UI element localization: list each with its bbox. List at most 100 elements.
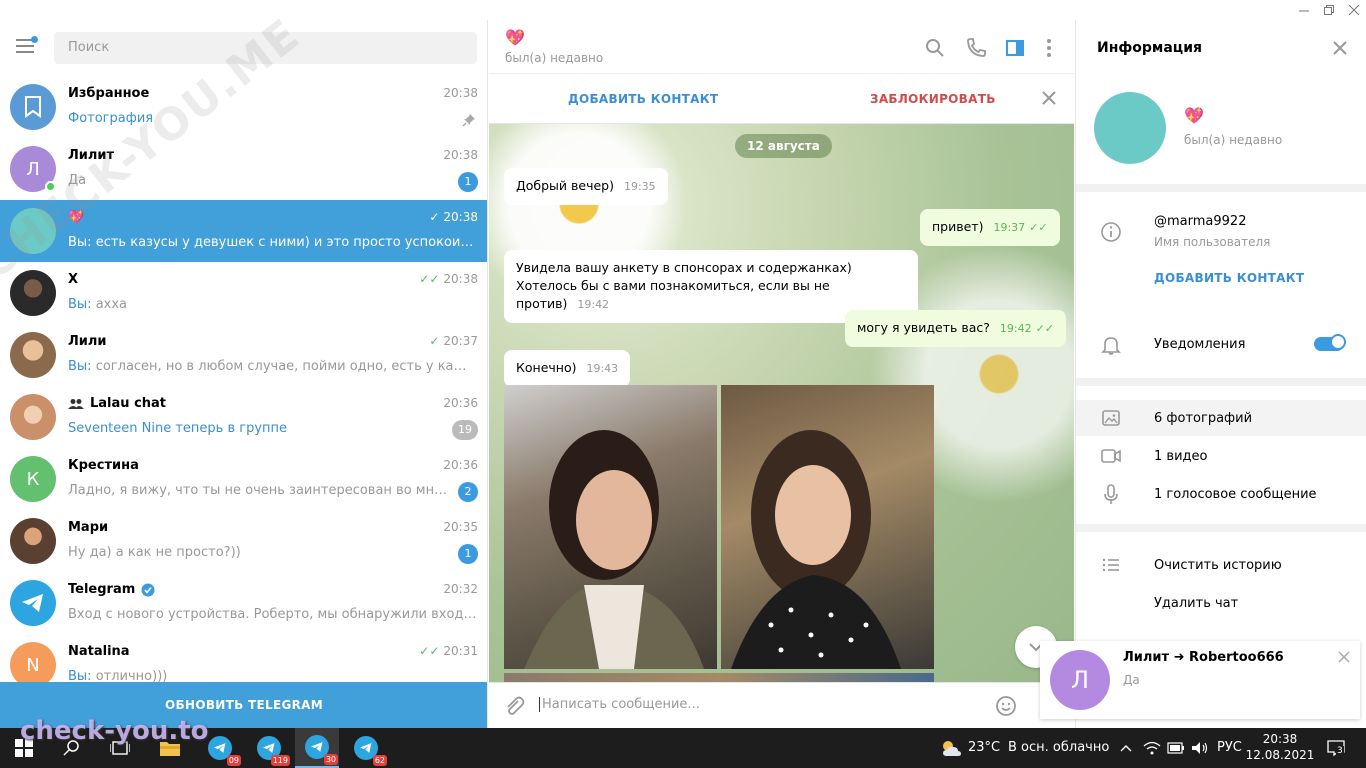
clock[interactable]: 20:38 12.08.2021	[1245, 731, 1315, 763]
sent-check-icon: ✓	[429, 334, 440, 348]
toast-title: Лилит ➜ Robertoo666	[1123, 650, 1284, 665]
contact-action-bar: ДОБАВИТЬ КОНТАКТ ЗАБЛОКИРОВАТЬ	[489, 74, 1074, 124]
weather-widget[interactable]	[938, 728, 964, 768]
message-text: Конечно)	[516, 360, 577, 375]
chat-item-mari[interactable]: Мари 20:35 Ну да) а как не просто?)) 1	[0, 510, 487, 572]
message-input[interactable]: Написать сообщение...	[539, 697, 700, 712]
notifications-count: 3	[1336, 746, 1344, 756]
unread-badge: 19	[452, 420, 478, 440]
chat-item-lili[interactable]: Лили ✓ 20:37 Вы: согласен, но в любом слу…	[0, 324, 487, 386]
message-incoming[interactable]: Добрый вечер) 19:35	[504, 168, 668, 205]
telegram-taskbar-app-active[interactable]: 30	[295, 728, 339, 768]
action-center-button[interactable]: 3	[1326, 738, 1346, 758]
chat-item-telegram[interactable]: Telegram 20:32 Вход с нового устройства.…	[0, 572, 487, 634]
message-incoming[interactable]: Конечно) 19:43	[504, 350, 631, 387]
wifi-icon	[1143, 741, 1161, 755]
photo-portrait	[731, 430, 901, 669]
chat-item-lalau-chat[interactable]: Lalau chat 20:36 Seventeen Nine теперь в…	[0, 386, 487, 448]
clock-date: 12.08.2021	[1245, 748, 1315, 762]
main-menu-button[interactable]	[16, 36, 38, 55]
media-row-photos[interactable]: 6 фотографий	[1076, 400, 1366, 436]
message-text: привет)	[932, 219, 984, 234]
weather-temp: 23°C	[968, 740, 1001, 755]
clear-history-button[interactable]: Очистить историю	[1154, 558, 1282, 573]
battery-status[interactable]	[1166, 728, 1186, 768]
close-window-button[interactable]	[1340, 0, 1366, 20]
media-row-videos[interactable]: 1 видео	[1076, 438, 1366, 474]
minimize-button[interactable]	[1290, 0, 1318, 20]
chat-name: Избранное	[68, 86, 150, 101]
window-titlebar	[0, 0, 1366, 20]
chat-item-x[interactable]: Х ✓✓ 20:38 Вы: ахха	[0, 262, 487, 324]
telegram-taskbar-app[interactable]: 119	[247, 728, 291, 768]
chat-name: Natalina	[68, 644, 130, 659]
message-time: 19:35	[623, 180, 656, 193]
message-outgoing[interactable]: могу я увидеть вас? 19:42 ✓✓	[845, 310, 1067, 347]
profile-avatar[interactable]	[1094, 92, 1166, 164]
search-icon[interactable]	[924, 37, 946, 59]
add-contact-link[interactable]: ДОБАВИТЬ КОНТАКТ	[1154, 271, 1304, 285]
message-outgoing[interactable]: привет) 19:37 ✓✓	[920, 209, 1060, 246]
photo-attachment[interactable]	[504, 673, 934, 682]
close-icon[interactable]	[1332, 40, 1348, 56]
username[interactable]: @marma9922	[1154, 214, 1246, 229]
telegram-icon: 119	[257, 736, 290, 766]
time-text: 20:31	[443, 644, 478, 658]
emoji-icon[interactable]	[995, 695, 1017, 717]
sidebar-toggle-icon[interactable]	[1004, 37, 1026, 59]
chat-time: 20:35	[443, 520, 478, 534]
chat-name: Telegram	[68, 582, 155, 597]
profile-status: был(а) недавно	[1184, 133, 1283, 147]
close-icon[interactable]	[1338, 651, 1350, 663]
photo-attachment[interactable]	[721, 385, 934, 669]
chat-preview: Ладно, я вижу, что ты не очень заинтерес…	[68, 483, 448, 498]
message-time: 19:42	[999, 322, 1032, 335]
unread-badge: 2	[458, 482, 478, 502]
attach-icon[interactable]	[503, 695, 525, 717]
taskbar-badge: 30	[323, 754, 338, 765]
network-status[interactable]	[1142, 728, 1162, 768]
message-text-line: Хотелось бы с вами познакомиться, если в…	[516, 278, 830, 311]
more-vertical-icon[interactable]	[1038, 37, 1060, 59]
avatar: К	[10, 456, 56, 502]
telegram-taskbar-app[interactable]: 62	[344, 728, 388, 768]
maximize-button[interactable]	[1315, 0, 1343, 20]
hamburger-line	[16, 45, 34, 47]
media-block: 6 фотографий 1 видео 1 голосовое сообщен…	[1076, 386, 1366, 524]
partly-cloudy-icon	[943, 741, 961, 756]
list-icon	[1102, 558, 1119, 572]
add-contact-button[interactable]: ДОБАВИТЬ КОНТАКТ	[568, 92, 718, 106]
tray-expand-button[interactable]	[1118, 728, 1134, 768]
profile-block: Информация 💖 был(а) недавно	[1076, 20, 1366, 184]
time-text: 20:38	[443, 272, 478, 286]
notification-toast[interactable]: Л Лилит ➜ Robertoo666 Да	[1040, 641, 1360, 719]
bookmark-icon	[25, 96, 41, 118]
videos-count: 1 видео	[1154, 449, 1208, 464]
video-icon	[1101, 449, 1121, 463]
group-icon	[68, 398, 84, 409]
chat-header[interactable]: 💖 был(а) недавно	[489, 20, 1074, 74]
chat-time: 20:38	[443, 86, 478, 100]
unread-badge: 1	[458, 544, 478, 564]
message-text: Добрый вечер)	[516, 178, 614, 193]
input-language[interactable]: РУС	[1217, 728, 1242, 768]
message-text: могу я увидеть вас?	[857, 320, 990, 335]
taskbar-badge: 62	[372, 755, 387, 766]
verified-icon	[141, 583, 155, 596]
close-action-bar-icon[interactable]	[1041, 90, 1057, 106]
photo-attachment[interactable]	[504, 385, 717, 669]
volume-control[interactable]	[1190, 728, 1210, 768]
notifications-toggle[interactable]	[1314, 334, 1346, 351]
block-button[interactable]: ЗАБЛОКИРОВАТЬ	[870, 92, 996, 106]
read-double-check-icon: ✓✓	[419, 644, 440, 658]
chat-name: Х	[68, 272, 79, 287]
telegram-plane-icon	[22, 594, 43, 612]
delete-chat-button[interactable]: Удалить чат	[1154, 596, 1238, 611]
read-double-check-icon: ✓✓	[419, 272, 440, 286]
chat-preview: Ну да) а как не просто?))	[68, 545, 241, 560]
media-row-voice[interactable]: 1 голосовое сообщение	[1076, 476, 1366, 512]
phone-icon[interactable]	[965, 37, 987, 59]
chat-item-krestina[interactable]: К Крестина 20:36 Ладно, я вижу, что ты н…	[0, 448, 487, 510]
message-time: 19:42	[577, 298, 610, 311]
date-separator: 12 августа	[735, 134, 832, 158]
